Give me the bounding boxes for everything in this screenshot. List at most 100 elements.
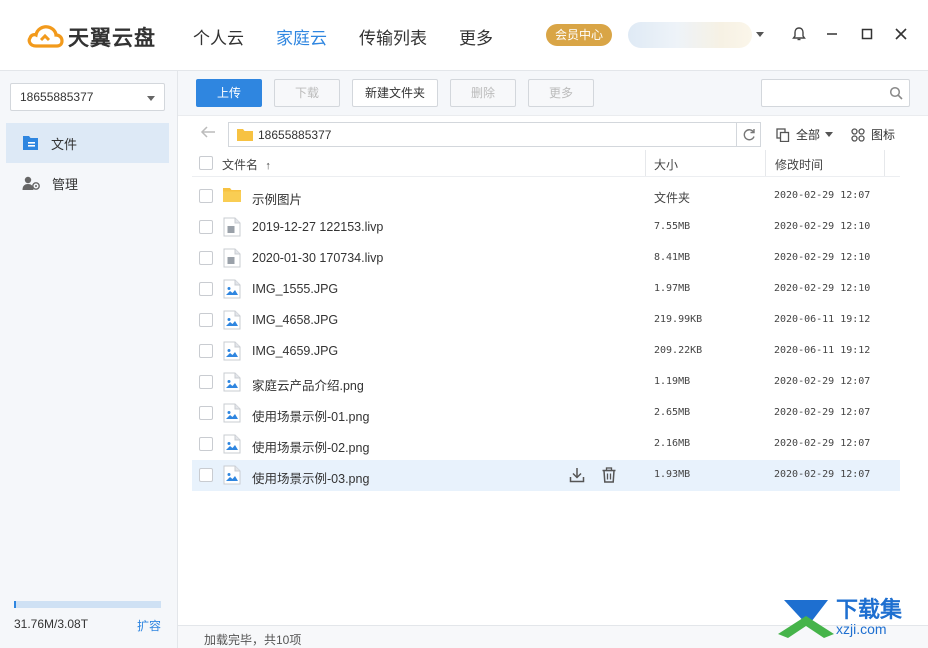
path-bar: 18655885377 全部 图标 bbox=[178, 116, 928, 150]
row-checkbox[interactable] bbox=[199, 282, 213, 296]
table-row[interactable]: 使用场景示例-03.png 1.93MB 2020-02-29 12:07 bbox=[192, 460, 900, 491]
file-name[interactable]: IMG_4659.JPG bbox=[252, 344, 338, 358]
file-size: 2.16MB bbox=[654, 438, 691, 449]
filter-all-dropdown[interactable]: 全部 bbox=[776, 126, 834, 143]
file-size: 1.97MB bbox=[654, 283, 691, 294]
chevron-down-icon bbox=[147, 96, 155, 101]
image-file-icon bbox=[223, 372, 241, 395]
expand-storage-link[interactable]: 扩容 bbox=[137, 617, 161, 634]
column-divider[interactable] bbox=[884, 150, 885, 176]
column-header-size[interactable]: 大小 bbox=[654, 156, 678, 173]
main-nav: 个人云 家庭云 传输列表 更多 bbox=[193, 24, 525, 49]
file-modified-date: 2020-02-29 12:07 bbox=[774, 190, 871, 201]
download-icon[interactable] bbox=[569, 467, 585, 486]
watermark-logo-icon bbox=[778, 600, 834, 638]
table-row[interactable]: 2019-12-27 122153.livp 7.55MB 2020-02-29 1… bbox=[192, 212, 900, 243]
file-name[interactable]: IMG_4658.JPG bbox=[252, 313, 338, 327]
file-name[interactable]: 家庭云产品介绍.png bbox=[252, 375, 364, 394]
sidebar-item-files[interactable]: 文件 bbox=[6, 123, 169, 163]
upload-button[interactable]: 上传 bbox=[196, 79, 262, 107]
folder-icon bbox=[237, 129, 253, 141]
file-size: 1.93MB bbox=[654, 469, 691, 480]
row-checkbox[interactable] bbox=[199, 220, 213, 234]
file-name[interactable]: IMG_1555.JPG bbox=[252, 282, 338, 296]
tab-transfer-list[interactable]: 传输列表 bbox=[359, 24, 427, 49]
table-row[interactable]: IMG_1555.JPG 1.97MB 2020-02-29 12:10 bbox=[192, 274, 900, 305]
sidebar-item-manage[interactable]: 管理 bbox=[6, 163, 169, 203]
delete-button[interactable]: 删除 bbox=[450, 79, 516, 107]
trash-icon[interactable] bbox=[601, 467, 617, 486]
user-account-menu[interactable] bbox=[628, 22, 752, 48]
chevron-down-icon[interactable] bbox=[756, 32, 764, 37]
copy-icon bbox=[776, 127, 790, 142]
path-breadcrumb[interactable]: 18655885377 bbox=[228, 122, 761, 147]
file-icon bbox=[23, 136, 38, 150]
row-checkbox[interactable] bbox=[199, 468, 213, 482]
current-path: 18655885377 bbox=[258, 128, 332, 142]
chevron-down-icon bbox=[825, 132, 834, 137]
table-row[interactable]: IMG_4659.JPG 209.22KB 2020-06-11 19:12 bbox=[192, 336, 900, 367]
image-file-icon bbox=[223, 310, 241, 333]
tab-family-cloud[interactable]: 家庭云 bbox=[276, 24, 327, 49]
file-size: 8.41MB bbox=[654, 252, 691, 263]
app-logo-text: 天翼云盘 bbox=[68, 27, 156, 50]
file-name[interactable]: 使用场景示例-01.png bbox=[252, 406, 369, 425]
table-row[interactable]: 使用场景示例-01.png 2.65MB 2020-02-29 12:07 bbox=[192, 398, 900, 429]
file-size: 1.19MB bbox=[654, 376, 691, 387]
sidebar: 18655885377 文件 管理 31.76M/3.08T 扩容 bbox=[0, 71, 178, 648]
file-modified-date: 2020-02-29 12:10 bbox=[774, 252, 871, 263]
view-mode-toggle[interactable]: 图标 bbox=[851, 126, 895, 143]
back-arrow-icon[interactable] bbox=[200, 125, 216, 139]
table-row[interactable]: IMG_4658.JPG 219.99KB 2020-06-11 19:12 bbox=[192, 305, 900, 336]
row-checkbox[interactable] bbox=[199, 406, 213, 420]
table-row[interactable]: 使用场景示例-02.png 2.16MB 2020-02-29 12:07 bbox=[192, 429, 900, 460]
toolbar: 上传 下载 新建文件夹 删除 更多 bbox=[178, 71, 928, 116]
tab-personal-cloud[interactable]: 个人云 bbox=[193, 24, 244, 49]
sort-asc-icon: ↑ bbox=[265, 160, 271, 172]
file-name[interactable]: 2019-12-27 122153.livp bbox=[252, 220, 383, 234]
vip-center-button[interactable]: 会员中心 bbox=[546, 24, 612, 46]
file-name[interactable]: 示例图片 bbox=[252, 189, 302, 208]
minimize-icon[interactable] bbox=[822, 24, 842, 44]
more-button[interactable]: 更多 bbox=[528, 79, 594, 107]
row-checkbox[interactable] bbox=[199, 313, 213, 327]
column-header-modified[interactable]: 修改时间 bbox=[775, 156, 823, 173]
search-input[interactable] bbox=[762, 80, 882, 106]
row-checkbox[interactable] bbox=[199, 344, 213, 358]
image-file-icon bbox=[223, 279, 241, 302]
row-checkbox[interactable] bbox=[199, 375, 213, 389]
table-row[interactable]: 示例图片 文件夹 2020-02-29 12:07 bbox=[192, 181, 900, 212]
table-row[interactable]: 2020-01-30 170734.livp 8.41MB 2020-02-29 1… bbox=[192, 243, 900, 274]
file-name[interactable]: 2020-01-30 170734.livp bbox=[252, 251, 383, 265]
file-size: 219.99KB bbox=[654, 314, 703, 325]
table-header: 文件名 ↑ 大小 修改时间 bbox=[192, 150, 900, 177]
maximize-icon[interactable] bbox=[857, 24, 877, 44]
file-name[interactable]: 使用场景示例-03.png bbox=[252, 468, 369, 487]
select-all-checkbox[interactable] bbox=[199, 156, 213, 170]
new-folder-button[interactable]: 新建文件夹 bbox=[352, 79, 438, 107]
column-divider[interactable] bbox=[645, 150, 646, 176]
column-divider[interactable] bbox=[765, 150, 766, 176]
refresh-icon[interactable] bbox=[736, 123, 760, 146]
row-checkbox[interactable] bbox=[199, 437, 213, 451]
image-file-icon bbox=[223, 403, 241, 426]
file-icon bbox=[223, 217, 241, 240]
bell-icon[interactable] bbox=[789, 24, 809, 44]
download-button[interactable]: 下载 bbox=[274, 79, 340, 107]
account-select[interactable]: 18655885377 bbox=[10, 83, 165, 111]
tab-more[interactable]: 更多 bbox=[459, 24, 493, 49]
close-icon[interactable] bbox=[891, 24, 911, 44]
table-row[interactable]: 家庭云产品介绍.png 1.19MB 2020-02-29 12:07 bbox=[192, 367, 900, 398]
search-icon[interactable] bbox=[889, 86, 903, 100]
column-header-name[interactable]: 文件名 ↑ bbox=[222, 156, 271, 173]
file-modified-date: 2020-06-11 19:12 bbox=[774, 314, 871, 325]
row-checkbox[interactable] bbox=[199, 189, 213, 203]
row-checkbox[interactable] bbox=[199, 251, 213, 265]
sidebar-item-label: 文件 bbox=[51, 136, 78, 152]
account-select-value: 18655885377 bbox=[20, 90, 94, 104]
file-name[interactable]: 使用场景示例-02.png bbox=[252, 437, 369, 456]
search-box[interactable] bbox=[761, 79, 910, 107]
user-manage-icon bbox=[22, 176, 40, 190]
cloud-logo-icon bbox=[27, 25, 64, 48]
image-file-icon bbox=[223, 341, 241, 364]
